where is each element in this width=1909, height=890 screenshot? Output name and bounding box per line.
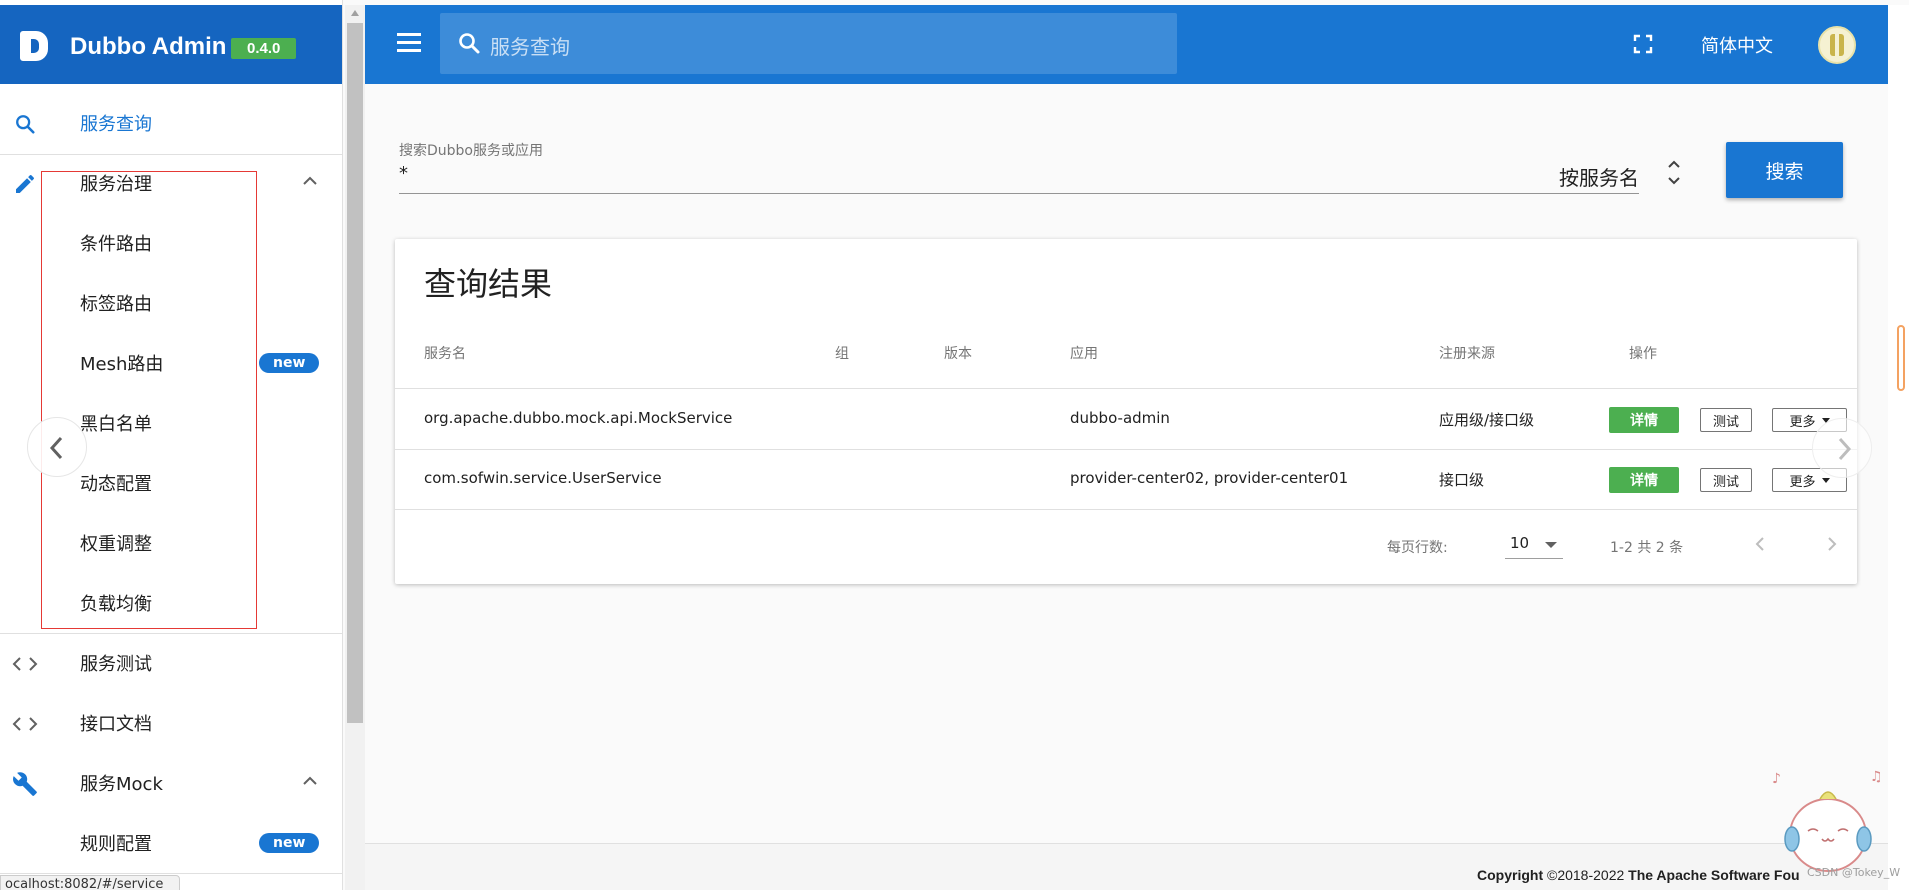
app-title: Dubbo Admin — [70, 33, 227, 60]
cell-service: com.sofwin.service.UserService — [424, 469, 662, 487]
sidebar-item-service-search[interactable]: 服务查询 — [0, 93, 342, 153]
sidebar-item-label: 服务治理 — [80, 174, 152, 195]
search-input-underline — [399, 193, 1639, 194]
sidebar-item-label: 接口文档 — [80, 714, 152, 735]
sidebar-item-weight-adjust[interactable]: 权重调整 — [0, 513, 342, 573]
cell-registry-source: 应用级/接口级 — [1439, 411, 1535, 429]
top-app-bar: 服务查询 简体中文 — [365, 5, 1888, 84]
search-button[interactable]: 搜索 — [1726, 142, 1843, 198]
pencil-icon — [12, 171, 38, 197]
row-divider — [395, 509, 1857, 510]
code-icon — [12, 711, 38, 737]
search-icon — [12, 111, 38, 137]
cell-service: org.apache.dubbo.mock.api.MockService — [424, 409, 733, 427]
rows-per-page-select[interactable]: 10 — [1505, 531, 1563, 559]
test-button[interactable]: 测试 — [1700, 408, 1752, 432]
sidebar-item-label: 动态配置 — [80, 474, 152, 495]
sidebar-item-label: 条件路由 — [80, 234, 152, 255]
column-header-application[interactable]: 应用 — [1070, 343, 1098, 363]
chevron-up-icon[interactable] — [298, 769, 322, 793]
sidebar-item-label: 服务查询 — [80, 114, 152, 135]
status-url-tooltip: ocalhost:8082/#/service — [0, 875, 180, 890]
menu-icon[interactable] — [397, 33, 421, 53]
test-button[interactable]: 测试 — [1700, 468, 1752, 492]
fullscreen-icon[interactable] — [1633, 34, 1653, 54]
avatar[interactable] — [1818, 26, 1856, 64]
column-header-registry-source[interactable]: 注册来源 — [1439, 343, 1495, 363]
divider — [0, 873, 342, 874]
copyright-word: Copyright — [1477, 867, 1544, 883]
column-header-service[interactable]: 服务名 — [424, 343, 466, 363]
row-divider — [395, 449, 1857, 450]
more-label: 更多 — [1789, 474, 1816, 490]
sidebar-item-service-governance[interactable]: 服务治理 — [0, 153, 342, 213]
page-scrollbar[interactable] — [1888, 5, 1909, 890]
sidebar-item-service-test[interactable]: 服务测试 — [0, 633, 342, 693]
wrench-icon — [12, 771, 38, 797]
footer: Copyright ©2018-2022 The Apache Software… — [365, 843, 1888, 890]
sidebar-scrollbar[interactable] — [345, 5, 365, 890]
pagination-range: 1-2 共 2 条 — [1610, 540, 1684, 556]
sidebar-item-mesh-route[interactable]: Mesh路由 new — [0, 333, 342, 393]
dubbo-logo-icon — [20, 31, 48, 61]
cell-application: provider-center02, provider-center01 — [1070, 469, 1349, 487]
copyright-years: ©2018-2022 — [1547, 867, 1625, 883]
detail-button[interactable]: 详情 — [1609, 407, 1679, 433]
sidebar-item-label: 服务Mock — [80, 774, 163, 795]
search-field-label: 搜索Dubbo服务或应用 — [399, 143, 543, 159]
cell-application: dubbo-admin — [1070, 409, 1170, 427]
sidebar-item-label: 黑白名单 — [80, 414, 152, 435]
rows-per-page-label: 每页行数: — [1387, 540, 1448, 556]
version-badge: 0.4.0 — [231, 38, 297, 59]
cell-registry-source: 接口级 — [1439, 471, 1485, 489]
chevron-left-icon[interactable] — [1748, 532, 1772, 556]
sidebar-item-rule-config[interactable]: 规则配置 new — [0, 813, 342, 873]
prev-image-arrow-icon[interactable] — [27, 417, 87, 477]
sidebar-item-tag-route[interactable]: 标签路由 — [0, 273, 342, 333]
code-icon — [12, 651, 38, 677]
search-placeholder[interactable]: 服务查询 — [490, 31, 570, 60]
sidebar-item-label: 标签路由 — [80, 294, 152, 315]
column-header-version[interactable]: 版本 — [944, 343, 972, 363]
new-badge: new — [259, 833, 320, 853]
column-header-actions: 操作 — [1629, 346, 1657, 362]
brand-header: Dubbo Admin 0.4.0 — [0, 5, 342, 84]
sidebar-item-label: Mesh路由 — [80, 354, 164, 375]
sidebar-item-label: 权重调整 — [80, 534, 152, 555]
watermark-text: CSDN @Tokey_W — [1807, 866, 1901, 879]
more-label: 更多 — [1789, 414, 1816, 430]
global-search-box[interactable]: 服务查询 — [440, 13, 1177, 74]
header-divider — [395, 388, 1857, 389]
results-title: 查询结果 — [424, 265, 553, 303]
detail-button[interactable]: 详情 — [1609, 467, 1679, 493]
column-header-group[interactable]: 组 — [835, 343, 849, 363]
sidebar-item-load-balance[interactable]: 负载均衡 — [0, 573, 342, 633]
chevron-up-icon[interactable] — [298, 169, 322, 193]
sidebar-item-condition-route[interactable]: 条件路由 — [0, 213, 342, 273]
unfold-icon[interactable] — [1666, 157, 1682, 189]
sidebar-item-service-mock[interactable]: 服务Mock — [0, 753, 342, 813]
sidebar-item-api-docs[interactable]: 接口文档 — [0, 693, 342, 753]
sidebar-item-label: 负载均衡 — [80, 594, 152, 615]
search-input[interactable]: * — [399, 163, 408, 184]
dropdown-arrow-icon — [1545, 542, 1557, 548]
search-type-select[interactable]: 按服务名 — [1559, 162, 1639, 191]
copyright-text: Copyright ©2018-2022 The Apache Software… — [1477, 867, 1800, 883]
chevron-right-icon[interactable] — [1820, 532, 1844, 556]
scrollbar-thumb[interactable] — [1897, 325, 1905, 391]
rows-per-page-value: 10 — [1510, 534, 1530, 552]
search-icon — [457, 31, 481, 55]
language-selector[interactable]: 简体中文 — [1701, 32, 1773, 58]
sidebar-item-label: 规则配置 — [80, 834, 152, 855]
scroll-up-arrow-icon[interactable] — [351, 10, 359, 16]
sidebar-item-label: 服务测试 — [80, 654, 152, 675]
svg-text:♪: ♪ — [1772, 771, 1781, 787]
next-image-arrow-icon[interactable] — [1812, 418, 1872, 478]
results-card: 查询结果 服务名 组 版本 应用 注册来源 操作 org.apache.dubb… — [395, 239, 1857, 584]
new-badge: new — [259, 353, 320, 373]
search-form: 搜索Dubbo服务或应用 * 按服务名 — [399, 137, 1689, 207]
svg-text:♫: ♫ — [1870, 769, 1883, 785]
scrollbar-thumb[interactable] — [347, 23, 363, 723]
